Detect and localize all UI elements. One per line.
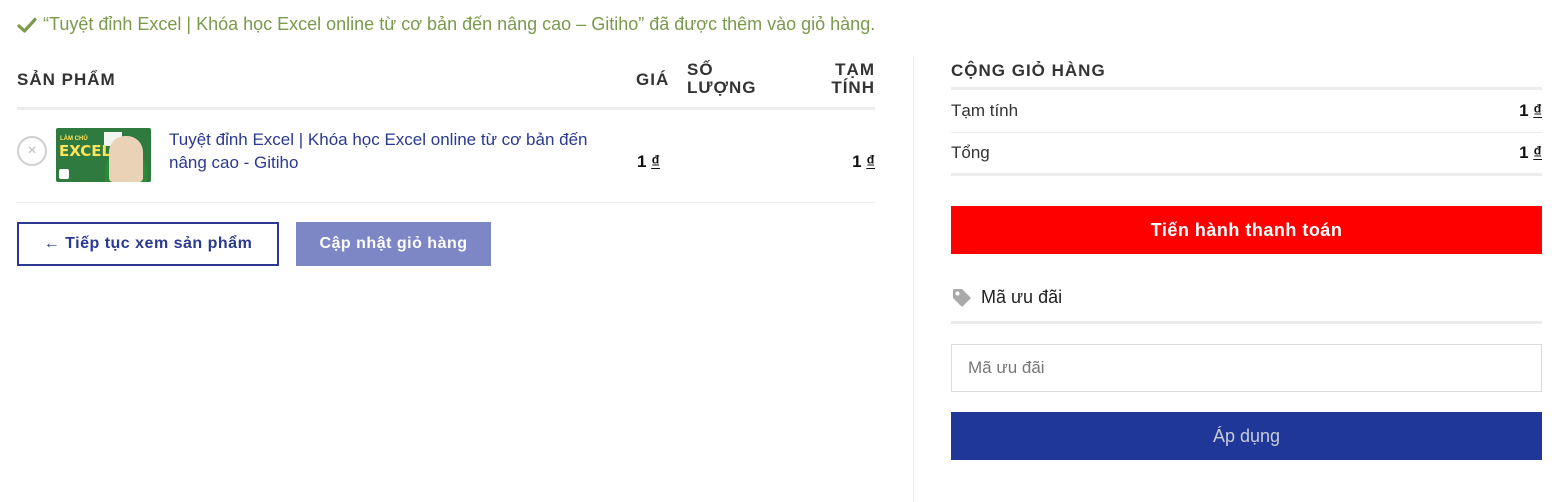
coupon-code-input[interactable] — [951, 344, 1542, 392]
remove-item-button[interactable]: × — [17, 136, 47, 166]
subtotal-amount: 1 — [1519, 101, 1529, 120]
item-subtotal-currency: ₫ — [866, 152, 875, 171]
cart-table-header: SẢN PHẨM GIÁ SỐ LƯỢNG TẠM TÍNH — [17, 56, 875, 110]
check-icon — [17, 17, 37, 33]
cart-totals-title: CỘNG GIỎ HÀNG — [951, 56, 1542, 90]
item-price: 1 ₫ — [637, 152, 660, 172]
apply-coupon-button[interactable]: Áp dụng — [951, 412, 1542, 460]
update-cart-button[interactable]: Cập nhật giỏ hàng — [296, 222, 491, 266]
column-divider — [913, 56, 914, 502]
notice-text: “Tuyệt đỉnh Excel | Khóa học Excel onlin… — [43, 14, 876, 34]
item-subtotal-amount: 1 — [852, 152, 862, 171]
total-amount: 1 — [1519, 143, 1529, 162]
item-subtotal: 1 ₫ — [852, 152, 875, 172]
added-to-cart-notice: “Tuyệt đỉnh Excel | Khóa học Excel onlin… — [17, 14, 875, 35]
product-thumbnail[interactable]: LÀM CHỦ EXCEL — [56, 128, 151, 182]
total-label: Tổng — [951, 143, 990, 162]
header-subtotal: TẠM TÍNH — [831, 60, 875, 97]
cart-table: SẢN PHẨM GIÁ SỐ LƯỢNG TẠM TÍNH × LÀM CHỦ… — [17, 56, 875, 266]
header-price: GIÁ — [636, 70, 670, 89]
total-value: 1 ₫ — [1519, 143, 1542, 163]
header-quantity: SỐ LƯỢNG — [687, 60, 757, 97]
coupon-heading-text: Mã ưu đãi — [981, 287, 1063, 307]
cart-actions: ← Tiếp tục xem sản phẩm Cập nhật giỏ hàn… — [17, 222, 491, 266]
checkout-button[interactable]: Tiến hành thanh toán — [951, 206, 1542, 254]
subtotal-label: Tạm tính — [951, 101, 1019, 120]
subtotal-row: Tạm tính 1 ₫ — [951, 90, 1542, 133]
item-price-amount: 1 — [637, 152, 647, 171]
cart-item-row: × LÀM CHỦ EXCEL Tuyệt đỉnh Excel | Khóa … — [17, 110, 875, 203]
total-row: Tổng 1 ₫ — [951, 133, 1542, 176]
close-icon: × — [27, 142, 37, 159]
excel-logo-icon — [59, 169, 69, 179]
cart-totals: CỘNG GIỎ HÀNG Tạm tính 1 ₫ Tổng 1 ₫ Tiến… — [951, 56, 1542, 460]
subtotal-currency: ₫ — [1533, 101, 1542, 120]
instructor-graphic — [109, 136, 143, 182]
coupon-heading: Mã ưu đãi — [951, 274, 1542, 324]
continue-shopping-button[interactable]: ← Tiếp tục xem sản phẩm — [17, 222, 279, 266]
header-product: SẢN PHẨM — [17, 70, 116, 89]
product-name-link[interactable]: Tuyệt đỉnh Excel | Khóa học Excel online… — [169, 128, 619, 174]
total-currency: ₫ — [1533, 143, 1542, 162]
thumbnail-main-text: EXCEL — [59, 142, 112, 160]
item-price-currency: ₫ — [651, 152, 660, 171]
subtotal-value: 1 ₫ — [1519, 101, 1542, 121]
tag-icon — [953, 288, 971, 307]
